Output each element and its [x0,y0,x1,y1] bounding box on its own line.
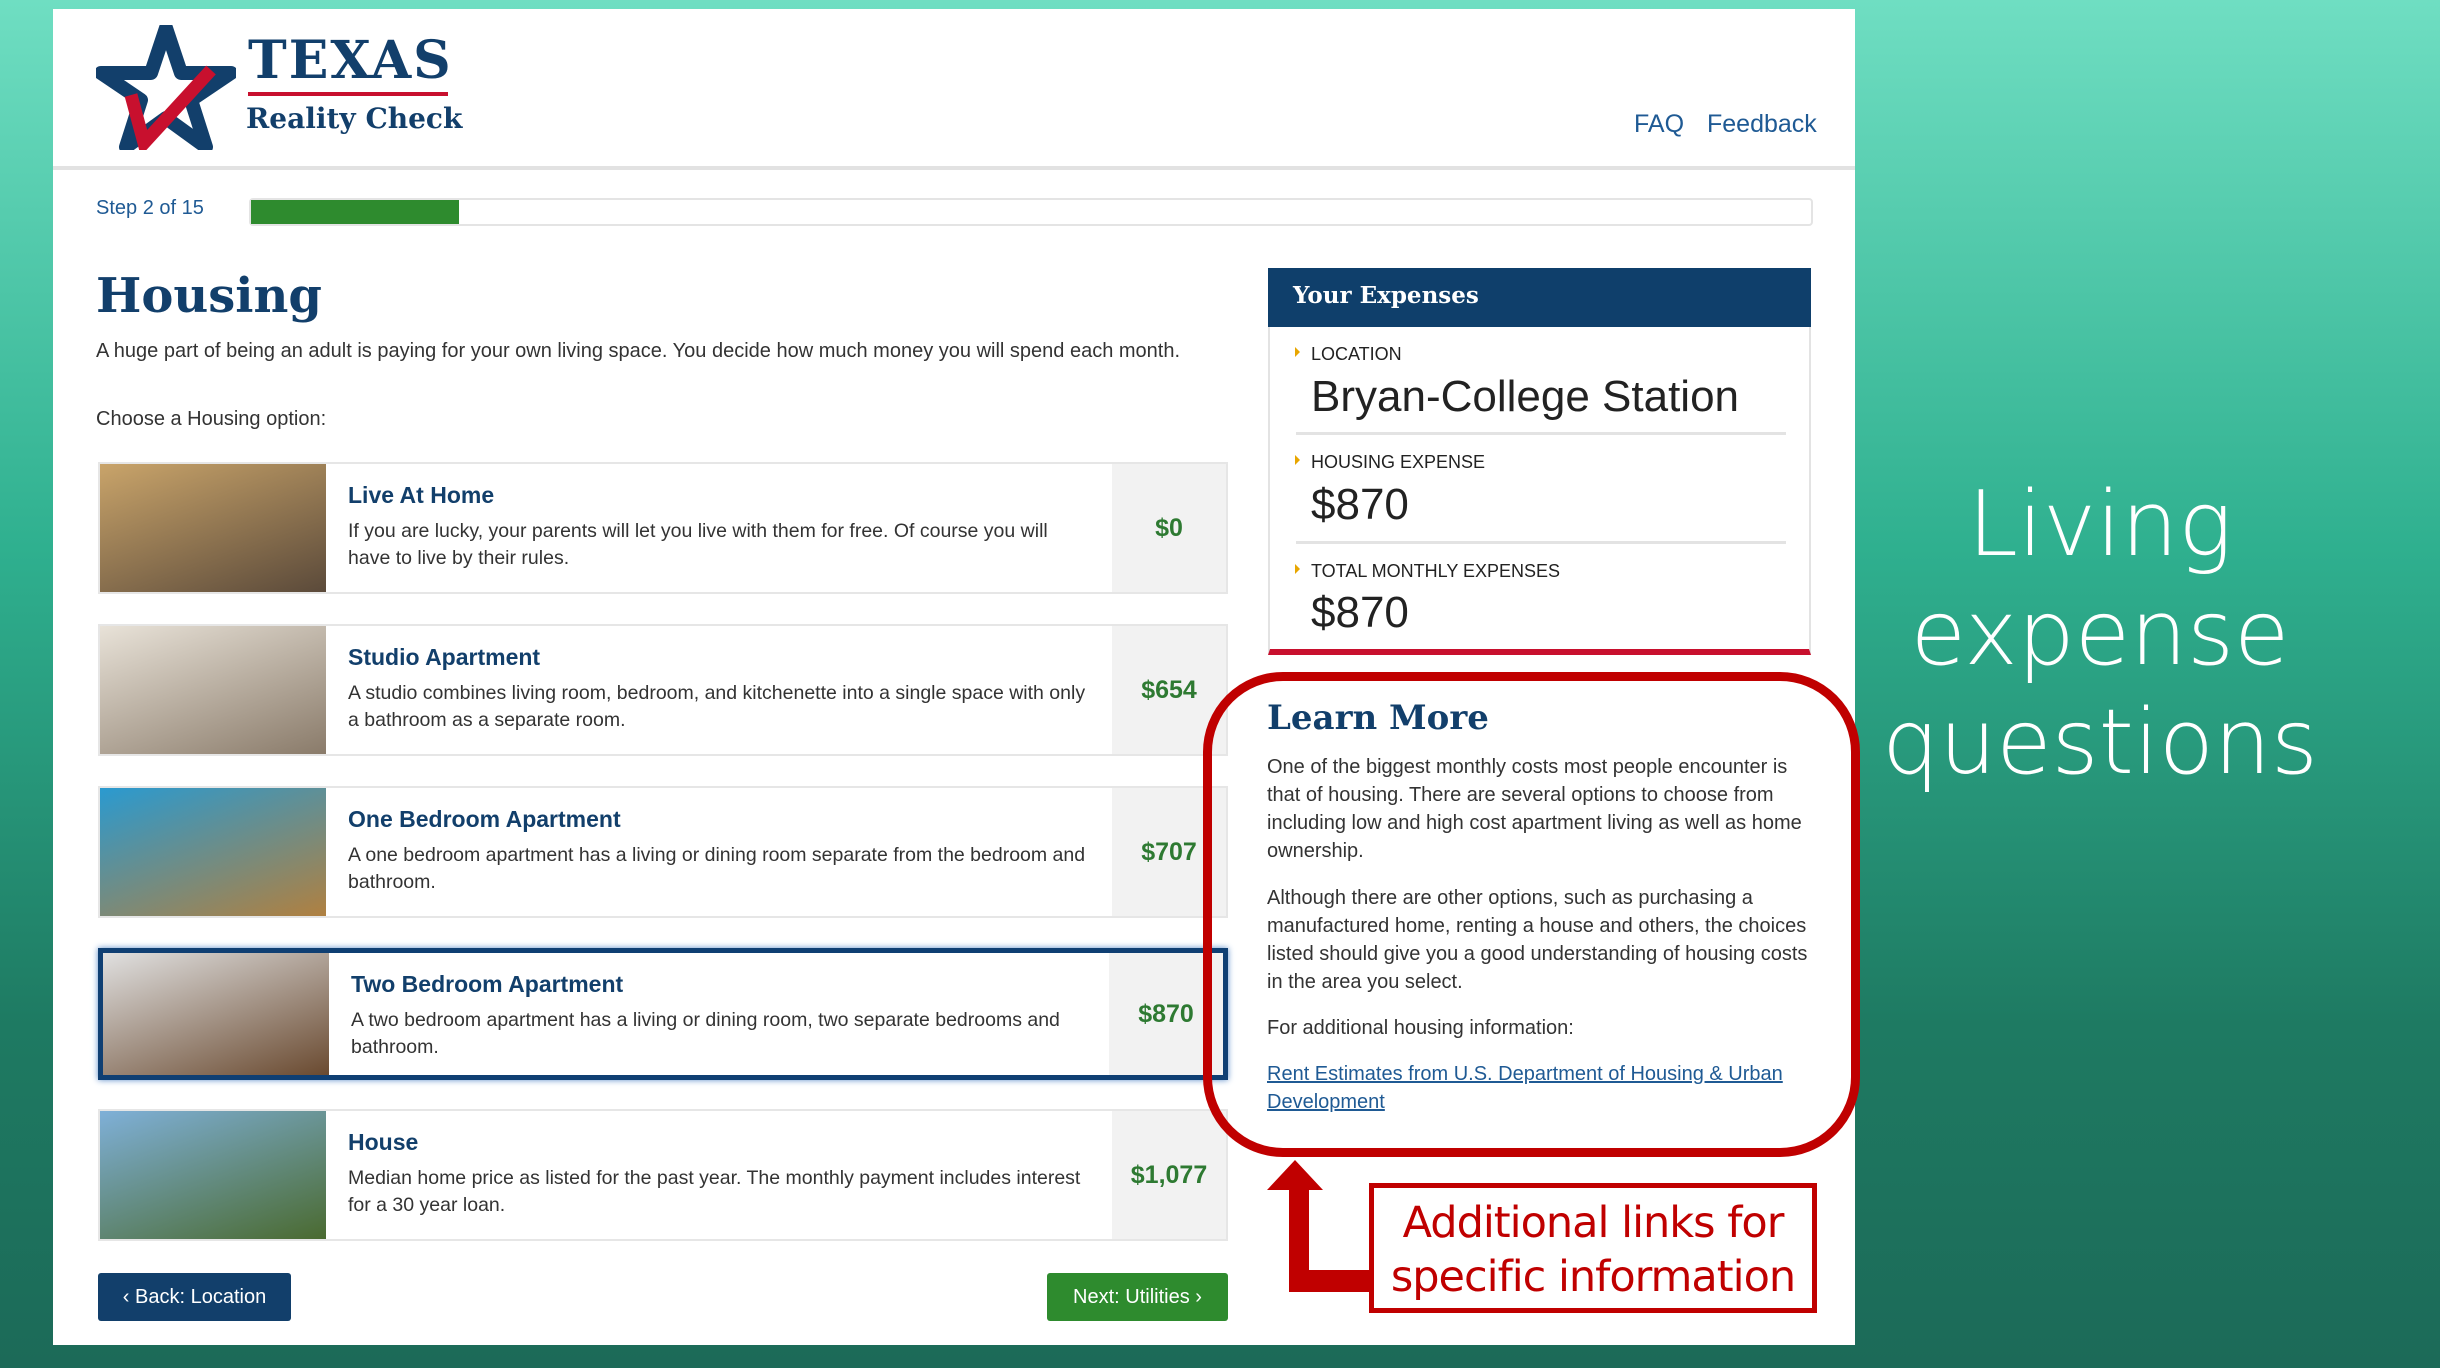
housing-expense-value: $870 [1311,480,1409,529]
header-divider [53,166,1855,170]
housing-option-card[interactable]: One Bedroom Apartment A one bedroom apar… [98,786,1228,918]
divider [1296,432,1786,435]
option-description: A one bedroom apartment has a living or … [348,844,1086,893]
logo-title: TEXAS [248,30,453,91]
faq-link[interactable]: FAQ [1634,110,1684,139]
chevron-right-icon: › [1189,1285,1202,1308]
location-label: LOCATION [1295,344,1402,364]
arrow-up-icon [1267,1160,1370,1292]
option-description: Median home price as listed for the past… [348,1167,1081,1216]
housing-photo [100,626,326,754]
housing-option-card[interactable]: Two Bedroom Apartment A two bedroom apar… [98,948,1228,1080]
housing-photo [103,953,329,1075]
option-description: If you are lucky, your parents will let … [348,520,1048,569]
housing-photo [100,1111,326,1239]
next-label: Next: Utilities [1073,1285,1190,1308]
back-label: Back: Location [135,1285,267,1308]
back-button[interactable]: ‹ Back: Location [98,1273,291,1321]
step-label: Step 2 of 15 [96,197,204,219]
option-title: Live At Home [348,482,495,508]
location-value: Bryan-College Station [1311,372,1740,421]
housing-photo [100,788,326,916]
option-title: Studio Apartment [348,644,541,670]
expenses-title: Your Expenses [1268,268,1811,327]
housing-option-card[interactable]: House Median home price as listed for th… [98,1109,1228,1241]
housing-photo [100,464,326,592]
housing-expense-label: HOUSING EXPENSE [1294,452,1486,472]
logo-rule [248,92,448,96]
logo-subtitle: Reality Check [246,102,463,135]
next-button[interactable]: Next: Utilities › [1047,1273,1228,1321]
feedback-link[interactable]: Feedback [1707,110,1817,139]
choose-prompt: Choose a Housing option: [96,408,327,430]
star-logo-icon [96,25,236,150]
option-title: One Bedroom Apartment [348,806,621,832]
option-price: $1,077 [1112,1111,1226,1239]
housing-option-card[interactable]: Live At Home If you are lucky, your pare… [98,462,1228,594]
annotation-highlight [1203,672,1860,1157]
page-title: Housing [96,268,322,324]
total-expenses-label: TOTAL MONTHLY EXPENSES [1294,561,1561,581]
option-description: A studio combines living room, bedroom, … [348,682,1086,731]
option-price: $0 [1112,464,1226,592]
total-expenses-value: $870 [1311,588,1409,637]
option-description: A two bedroom apartment has a living or … [351,1009,1060,1058]
progress-fill [251,200,459,224]
progress-bar [249,198,1813,226]
divider [1296,541,1786,544]
chevron-left-icon: ‹ [122,1285,135,1308]
page-intro: A huge part of being an adult is paying … [96,340,1181,362]
option-title: House [348,1129,419,1155]
option-title: Two Bedroom Apartment [351,971,624,997]
slide-title: Living expense questions [1882,472,2318,795]
housing-option-card[interactable]: Studio Apartment A studio combines livin… [98,624,1228,756]
annotation-callout: Additional links for specific informatio… [1369,1183,1817,1313]
